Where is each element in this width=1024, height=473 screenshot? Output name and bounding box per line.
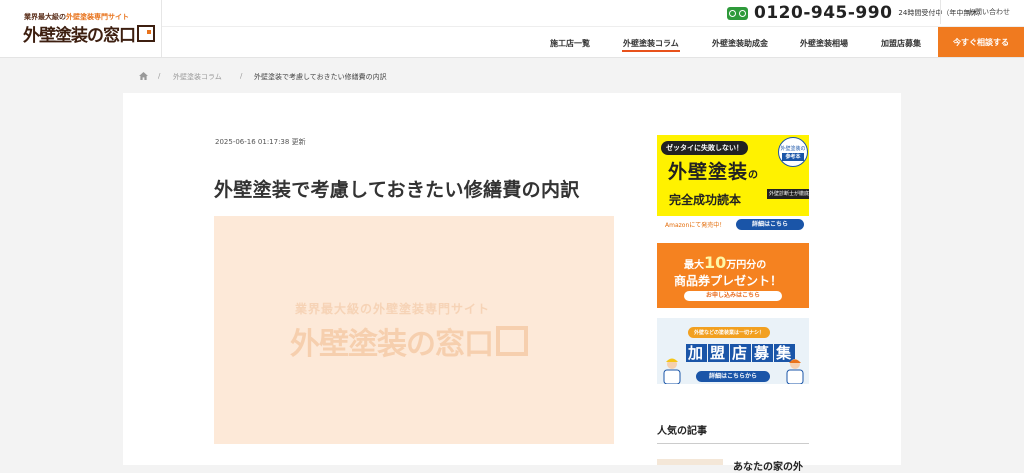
phone-contact[interactable]: 0120-945-990 24時間受付中（年中無休） <box>727 3 984 23</box>
logo-wordmark: 外壁塗装の窓口 <box>23 21 155 46</box>
book-details-button[interactable]: 詳細はこちら <box>736 219 804 230</box>
reference-badge: 外壁塗装の 参考本 <box>778 137 808 167</box>
recruit-banner[interactable]: 外壁などの塗装業は一切ナシ！ 加盟店募集 詳細はこちらから <box>657 318 809 384</box>
consult-button[interactable]: 今すぐ相談する <box>938 27 1024 57</box>
banner-tag: 外壁診断士が徹底解説！ <box>767 189 809 199</box>
book-banner[interactable]: ゼッタイに失敗しない！ 外壁塗装の 参考本 外壁塗装の 完全成功読本 外壁診断士が… <box>657 135 809 234</box>
divider <box>657 443 809 444</box>
breadcrumb-current: 外壁塗装で考慮しておきたい修繕費の内訳 <box>254 73 387 81</box>
recruit-details-button[interactable]: 詳細はこちらから <box>696 371 770 382</box>
popular-articles-heading: 人気の記事 <box>657 426 707 437</box>
home-icon[interactable] <box>139 72 148 80</box>
hero-tagline: 業界最大級の外壁塗装専門サイト <box>295 302 491 316</box>
nav-item-price[interactable]: 外壁塗装相場 <box>800 38 848 49</box>
site-logo[interactable]: 業界最大級の外壁塗装専門サイト 外壁塗装の窓口 <box>0 0 162 57</box>
nav-item-column[interactable]: 外壁塗装コラム <box>622 38 680 52</box>
site-header: 業界最大級の外壁塗装専門サイト 外壁塗装の窓口 0120-945-990 24時… <box>0 0 1024 58</box>
divider <box>162 26 1024 27</box>
banner-heading: 最大10万円分の <box>684 253 767 272</box>
contact-link[interactable]: お問い合わせ <box>968 7 1010 17</box>
popular-article-title[interactable]: あなたの家の外 <box>733 458 803 473</box>
hero-image: 業界最大級の外壁塗装専門サイト 外壁塗装の窓口 <box>214 216 614 444</box>
free-dial-icon <box>727 6 748 20</box>
divider <box>940 0 941 24</box>
breadcrumb-column[interactable]: 外壁塗装コラム <box>173 72 222 82</box>
banner-pill: 外壁などの塗装業は一切ナシ！ <box>688 327 771 338</box>
banner-heading: 加盟店募集 <box>686 344 796 362</box>
hero-logo: 外壁塗装の窓口 <box>290 319 528 363</box>
banner-subheading: 完全成功読本 <box>669 193 742 207</box>
article-thumbnail[interactable] <box>657 459 723 465</box>
amazon-label: Amazonにて発売中！ <box>665 222 726 229</box>
page-title: 外壁塗装で考慮しておきたい修繕費の内訳 <box>214 179 580 201</box>
worker-illustration-icon <box>786 359 804 384</box>
window-icon <box>137 25 155 42</box>
gift-card-banner[interactable]: 最大10万円分の 商品券プレゼント！ お申し込みはこちら <box>657 243 809 308</box>
nav-item-subsidy[interactable]: 外壁塗装助成金 <box>712 38 768 49</box>
banner-footer: Amazonにて発売中！ 詳細はこちら <box>657 216 809 234</box>
nav-item-recruit[interactable]: 加盟店募集 <box>881 38 921 49</box>
banner-subheading: 商品券プレゼント！ <box>674 274 783 288</box>
window-icon <box>496 326 528 356</box>
banner-heading: 外壁塗装の <box>668 161 760 183</box>
breadcrumb-separator: / <box>240 72 243 80</box>
phone-number: 0120-945-990 <box>754 3 893 23</box>
worker-illustration-icon <box>663 358 681 384</box>
nav-item-stores[interactable]: 施工店一覧 <box>550 38 590 49</box>
breadcrumb-separator: / <box>158 72 161 80</box>
banner-pill: ゼッタイに失敗しない！ <box>661 141 748 155</box>
apply-button[interactable]: お申し込みはこちら <box>684 291 782 301</box>
updated-date: 2025-06-16 01:17:38 更新 <box>215 138 306 146</box>
